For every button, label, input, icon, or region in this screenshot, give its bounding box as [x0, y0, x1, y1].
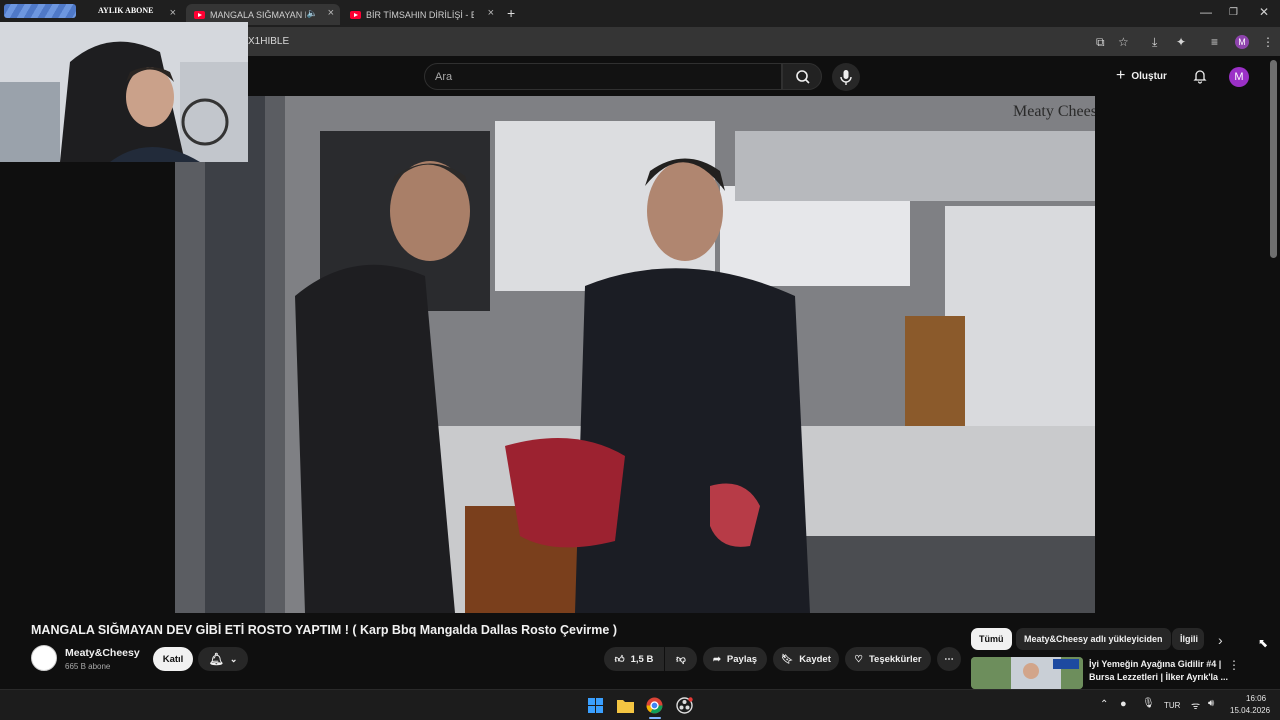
youtube-icon: [350, 10, 361, 19]
plus-icon: +: [1116, 67, 1126, 84]
thanks-button[interactable]: ♡ Teşekkürler: [845, 647, 931, 671]
close-icon[interactable]: ×: [488, 7, 494, 19]
thumbs-down-icon: 👎︎: [676, 654, 686, 665]
recommendation-title[interactable]: İyi Yemeğin Ayağına Gidilir #4 | Bursa L…: [1089, 658, 1229, 684]
windows-taskbar: ⌃ ● 🎙︎ TUR ᯤ 🔊︎ 16:06 15.04.2026: [0, 689, 1280, 720]
close-window-icon[interactable]: ✕: [1259, 5, 1269, 19]
close-icon[interactable]: ×: [328, 7, 334, 19]
channel-avatar[interactable]: [31, 645, 57, 671]
tray-microphone-icon[interactable]: 🎙︎: [1142, 698, 1155, 709]
bookmark-star-icon[interactable]: ☆: [1118, 35, 1129, 49]
notifications-bell-icon[interactable]: [1192, 68, 1208, 84]
voice-search-button[interactable]: [832, 63, 860, 91]
chevron-down-icon: ⌄: [229, 653, 238, 664]
wifi-icon[interactable]: ᯤ: [1191, 698, 1200, 712]
like-count: 1,5 B: [630, 653, 654, 665]
video-title: MANGALA SIĞMAYAN DEV GİBİ ETİ ROSTO YAPT…: [31, 623, 617, 637]
heart-dollar-icon: ♡: [854, 653, 863, 665]
chip-from-uploader[interactable]: Meaty&Cheesy adlı yükleyiciden: [1016, 628, 1171, 650]
video-player[interactable]: Meaty Chees 01: [175, 96, 1095, 613]
search-icon: [796, 70, 810, 84]
tab-label: MANGALA SIĞMAYAN DEV: [210, 9, 306, 20]
share-button[interactable]: ➦ Paylaş: [703, 647, 767, 671]
address-text[interactable]: X1HIBLE: [248, 36, 289, 47]
speaker-icon[interactable]: 🔈: [307, 8, 318, 19]
file-explorer-icon[interactable]: [617, 698, 634, 713]
youtube-icon: [194, 10, 205, 19]
thumbs-up-icon: 👍︎: [614, 654, 625, 665]
clock-date[interactable]: 15.04.2026: [1230, 706, 1270, 715]
bookmark-icon: 🔖︎: [781, 653, 794, 665]
bell-icon: 🔔︎: [208, 652, 224, 666]
mouse-cursor-icon: ⬉: [1258, 636, 1269, 650]
video-frame-kitchen-scene: Meaty Chees 01: [175, 96, 1095, 613]
close-icon[interactable]: ×: [170, 7, 176, 19]
dislike-button[interactable]: 👎︎: [665, 647, 697, 671]
new-tab-button[interactable]: +: [507, 5, 515, 21]
clock-time[interactable]: 16:06: [1246, 694, 1266, 703]
overlay-logo: Meaty Chees: [1013, 103, 1095, 120]
page-scrollbar[interactable]: [1270, 60, 1277, 258]
webcam-overlay: [0, 22, 248, 162]
search-input[interactable]: Ara: [424, 63, 782, 90]
taskbar-active-indicator: [649, 717, 661, 719]
recommendation-menu-icon[interactable]: ⋮: [1228, 658, 1240, 672]
search-button[interactable]: [782, 63, 822, 90]
chrome-icon[interactable]: [646, 697, 663, 714]
browser-profile-avatar[interactable]: M: [1235, 35, 1249, 49]
menu-kebab-icon[interactable]: ⋮: [1262, 35, 1274, 49]
windows-start-icon[interactable]: [588, 698, 603, 713]
chevron-right-icon[interactable]: ›: [1218, 632, 1223, 648]
share-arrow-icon: ➦: [712, 653, 721, 665]
input-language[interactable]: TUR: [1164, 701, 1180, 710]
create-label: Oluştur: [1131, 70, 1167, 82]
screen: AYLIK ABONE × MANGALA SIĞMAYAN DEV 🔈 × B…: [0, 0, 1280, 720]
share-label: Paylaş: [726, 653, 758, 665]
tab-label: AYLIK ABONE: [98, 6, 154, 15]
thanks-label: Teşekkürler: [868, 653, 922, 665]
like-button[interactable]: 👍︎ 1,5 B: [604, 647, 664, 671]
tab-label: BİR TİMSAHIN DİRİLİŞİ - BEBEK: [366, 9, 474, 20]
media-control-icon[interactable]: ≡: [1211, 35, 1218, 49]
tab-timsah[interactable]: BİR TİMSAHIN DİRİLİŞİ - BEBEK ×: [344, 4, 500, 25]
microphone-icon: [840, 70, 852, 85]
join-button[interactable]: Katıl: [153, 647, 193, 671]
extensions-icon[interactable]: ✦: [1176, 35, 1186, 49]
chip-related[interactable]: İlgili: [1172, 628, 1204, 650]
user-avatar[interactable]: M: [1229, 67, 1249, 87]
webcam-person-image: [0, 22, 248, 162]
subscriber-count: 665 B abone: [65, 662, 111, 671]
channel-name[interactable]: Meaty&Cheesy: [65, 647, 140, 659]
recommendation-thumbnail[interactable]: [971, 657, 1083, 689]
install-app-icon[interactable]: ⧉: [1096, 35, 1105, 50]
create-button[interactable]: + Oluştur: [1116, 65, 1167, 87]
tray-chevron-up-icon[interactable]: ⌃: [1100, 699, 1108, 710]
restore-icon[interactable]: ❐: [1229, 7, 1238, 18]
chip-all[interactable]: Tümü: [971, 628, 1012, 650]
minimize-icon[interactable]: —: [1200, 5, 1212, 19]
obs-icon[interactable]: [676, 697, 693, 714]
subscribe-notify-button[interactable]: 🔔︎ ⌄: [198, 647, 248, 671]
download-icon[interactable]: ⤓: [1152, 35, 1157, 50]
tab-stripe-banner: [4, 4, 76, 18]
recommendation-thumbnail-image: [971, 657, 1083, 689]
more-actions-button[interactable]: ⋯: [937, 647, 961, 671]
save-button[interactable]: 🔖︎ Kaydet: [773, 647, 839, 671]
volume-icon[interactable]: 🔊︎: [1208, 698, 1214, 709]
save-label: Kaydet: [799, 653, 831, 665]
tray-app-icon[interactable]: ●: [1120, 698, 1127, 710]
